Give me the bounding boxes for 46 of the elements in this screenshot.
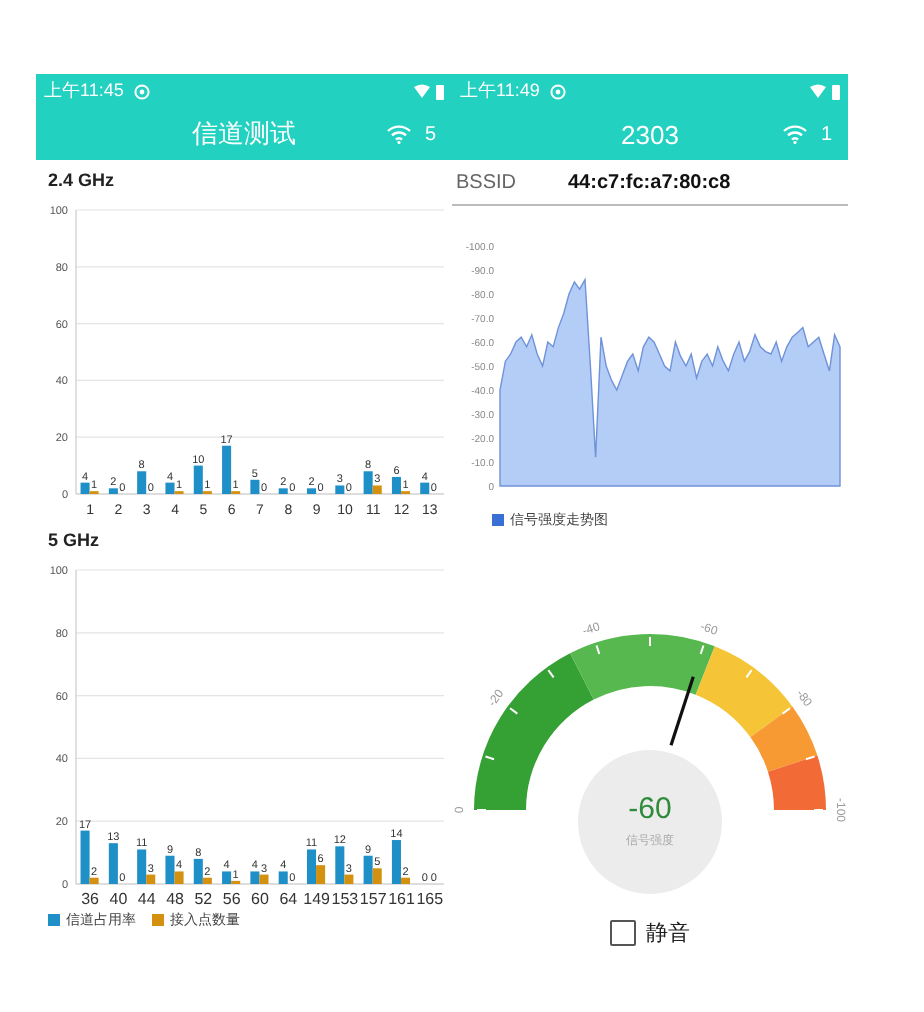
bar [108,488,118,494]
bssid-label: BSSID [454,171,519,193]
x-axis-label: 44 [137,890,156,908]
bar [108,843,118,884]
wifi-signal-icon [810,84,826,98]
x-axis-label: 153 [331,890,359,908]
location-icon [133,83,150,99]
status-time: 上午11:45 [44,78,124,104]
wifi-icon [386,124,413,144]
bar [250,479,260,494]
x-axis-label: 149 [303,890,330,908]
x-axis-label: 161 [388,890,415,908]
screen-title: 2303 [621,119,679,149]
x-axis-label: 60 [251,890,269,908]
legend-swatch [152,914,164,926]
bar [335,485,345,494]
battery-icon [832,83,840,99]
band-label: 5 GHz [46,528,102,554]
x-axis-label: 36 [81,890,100,908]
status-time: 上午11:49 [460,78,540,104]
bssid-value: 44:c7:fc:a7:80:c8 [568,171,731,193]
wifi-count: 5 [424,123,436,145]
x-axis-label: 64 [279,890,298,908]
bar [137,471,147,494]
mute-checkbox[interactable] [610,920,636,946]
x-axis-label: 40 [109,890,128,908]
bar [307,488,317,494]
bar [278,488,288,494]
location-icon [549,83,566,99]
x-axis-label: 56 [222,890,241,908]
band-label: 2.4 GHz [46,168,117,194]
x-axis-label: 52 [194,890,213,908]
bar [420,482,430,494]
wifi-icon [782,124,809,144]
x-axis-label: 165 [416,890,444,908]
gauge-value: -60 [628,792,672,826]
legend-swatch [48,914,60,926]
x-axis-label: 157 [359,890,387,908]
wifi-count: 1 [820,123,832,145]
bar [278,871,288,884]
mute-label: 静音 [646,919,690,948]
battery-icon [436,83,444,99]
legend-swatch [492,514,504,526]
screen-title: 信道测试 [192,116,296,152]
wifi-signal-icon [414,84,430,98]
x-axis-label: 48 [166,890,184,908]
